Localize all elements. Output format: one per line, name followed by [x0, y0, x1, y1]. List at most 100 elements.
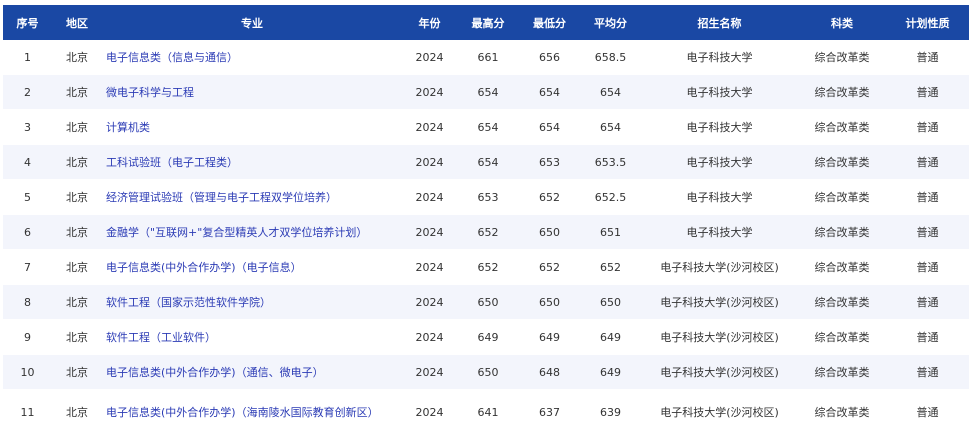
cell-region: 北京: [52, 40, 102, 75]
cell-region: 北京: [52, 214, 102, 250]
cell-major: 微电子科学与工程: [102, 74, 402, 110]
major-link[interactable]: 微电子科学与工程: [106, 86, 194, 99]
table-row: 5 北京 经济管理试验班（管理与电子工程双学位培养） 2024 653 652 …: [3, 179, 969, 215]
cell-max-score: 661: [457, 40, 519, 75]
cell-major: 经济管理试验班（管理与电子工程双学位培养）: [102, 179, 402, 215]
cell-min-score: 650: [519, 284, 580, 320]
header-region: 地区: [52, 5, 102, 40]
major-link[interactable]: 工科试验班（电子工程类）: [106, 156, 238, 169]
cell-year: 2024: [402, 40, 457, 75]
cell-region: 北京: [52, 284, 102, 320]
cell-avg-score: 654: [580, 109, 641, 145]
cell-region: 北京: [52, 389, 102, 435]
cell-school-name: 电子科技大学(沙河校区): [641, 284, 798, 320]
cell-major: 计算机类: [102, 109, 402, 145]
cell-avg-score: 651: [580, 214, 641, 250]
cell-category: 综合改革类: [798, 319, 886, 355]
cell-plan-type: 普通: [886, 214, 969, 250]
cell-category: 综合改革类: [798, 179, 886, 215]
major-link[interactable]: 电子信息类（信息与通信）: [106, 51, 238, 64]
cell-year: 2024: [402, 354, 457, 390]
cell-avg-score: 652.5: [580, 179, 641, 215]
cell-region: 北京: [52, 249, 102, 285]
cell-major: 软件工程（工业软件）: [102, 319, 402, 355]
table-row: 9 北京 软件工程（工业软件） 2024 649 649 649 电子科技大学(…: [3, 319, 969, 355]
cell-category: 综合改革类: [798, 249, 886, 285]
cell-no: 5: [3, 179, 52, 215]
cell-max-score: 652: [457, 214, 519, 250]
cell-school-name: 电子科技大学: [641, 144, 798, 180]
cell-min-score: 654: [519, 109, 580, 145]
header-category: 科类: [798, 5, 886, 40]
cell-no: 7: [3, 249, 52, 285]
cell-school-name: 电子科技大学(沙河校区): [641, 389, 798, 435]
cell-category: 综合改革类: [798, 389, 886, 435]
cell-avg-score: 658.5: [580, 40, 641, 75]
cell-no: 10: [3, 354, 52, 390]
cell-major: 软件工程（国家示范性软件学院）: [102, 284, 402, 320]
cell-plan-type: 普通: [886, 109, 969, 145]
table-row: 4 北京 工科试验班（电子工程类） 2024 654 653 653.5 电子科…: [3, 144, 969, 180]
table-row: 6 北京 金融学（"互联网+"复合型精英人才双学位培养计划） 2024 652 …: [3, 214, 969, 250]
cell-region: 北京: [52, 74, 102, 110]
cell-avg-score: 649: [580, 319, 641, 355]
cell-min-score: 652: [519, 249, 580, 285]
cell-plan-type: 普通: [886, 74, 969, 110]
cell-school-name: 电子科技大学: [641, 40, 798, 75]
cell-school-name: 电子科技大学: [641, 109, 798, 145]
header-max-score: 最高分: [457, 5, 519, 40]
cell-category: 综合改革类: [798, 40, 886, 75]
cell-school-name: 电子科技大学(沙河校区): [641, 249, 798, 285]
cell-school-name: 电子科技大学: [641, 74, 798, 110]
cell-min-score: 648: [519, 354, 580, 390]
cell-no: 4: [3, 144, 52, 180]
cell-region: 北京: [52, 144, 102, 180]
cell-avg-score: 652: [580, 249, 641, 285]
cell-min-score: 652: [519, 179, 580, 215]
header-year: 年份: [402, 5, 457, 40]
major-link[interactable]: 电子信息类(中外合作办学)（通信、微电子）: [106, 366, 324, 379]
cell-plan-type: 普通: [886, 284, 969, 320]
table-row: 1 北京 电子信息类（信息与通信） 2024 661 656 658.5 电子科…: [3, 40, 969, 75]
cell-plan-type: 普通: [886, 249, 969, 285]
major-link[interactable]: 电子信息类(中外合作办学)（电子信息）: [106, 261, 302, 274]
cell-major: 电子信息类(中外合作办学)（通信、微电子）: [102, 354, 402, 390]
table-row: 7 北京 电子信息类(中外合作办学)（电子信息） 2024 652 652 65…: [3, 249, 969, 285]
cell-no: 9: [3, 319, 52, 355]
cell-plan-type: 普通: [886, 389, 969, 435]
cell-plan-type: 普通: [886, 144, 969, 180]
cell-year: 2024: [402, 109, 457, 145]
cell-max-score: 649: [457, 319, 519, 355]
table-row: 3 北京 计算机类 2024 654 654 654 电子科技大学 综合改革类 …: [3, 109, 969, 145]
cell-max-score: 650: [457, 354, 519, 390]
cell-region: 北京: [52, 109, 102, 145]
score-table-container: 序号 地区 专业 年份 最高分 最低分 平均分 招生名称 科类 计划性质 1 北…: [0, 0, 969, 435]
cell-major: 电子信息类(中外合作办学)（海南陵水国际教育创新区）: [102, 389, 402, 435]
cell-no: 6: [3, 214, 52, 250]
cell-major: 电子信息类（信息与通信）: [102, 40, 402, 75]
cell-category: 综合改革类: [798, 284, 886, 320]
cell-major: 金融学（"互联网+"复合型精英人才双学位培养计划）: [102, 214, 402, 250]
cell-avg-score: 650: [580, 284, 641, 320]
header-min-score: 最低分: [519, 5, 580, 40]
major-link[interactable]: 软件工程（工业软件）: [106, 331, 216, 344]
cell-major: 工科试验班（电子工程类）: [102, 144, 402, 180]
cell-no: 3: [3, 109, 52, 145]
major-link[interactable]: 金融学（"互联网+"复合型精英人才双学位培养计划）: [106, 226, 367, 239]
cell-min-score: 656: [519, 40, 580, 75]
header-avg-score: 平均分: [580, 5, 641, 40]
cell-year: 2024: [402, 284, 457, 320]
cell-min-score: 649: [519, 319, 580, 355]
major-link[interactable]: 电子信息类(中外合作办学)（海南陵水国际教育创新区）: [106, 406, 379, 419]
cell-category: 综合改革类: [798, 354, 886, 390]
cell-plan-type: 普通: [886, 354, 969, 390]
major-link[interactable]: 软件工程（国家示范性软件学院）: [106, 296, 271, 309]
major-link[interactable]: 经济管理试验班（管理与电子工程双学位培养）: [106, 191, 337, 204]
cell-region: 北京: [52, 354, 102, 390]
cell-avg-score: 649: [580, 354, 641, 390]
cell-plan-type: 普通: [886, 319, 969, 355]
cell-min-score: 654: [519, 74, 580, 110]
cell-year: 2024: [402, 214, 457, 250]
cell-year: 2024: [402, 319, 457, 355]
major-link[interactable]: 计算机类: [106, 121, 150, 134]
